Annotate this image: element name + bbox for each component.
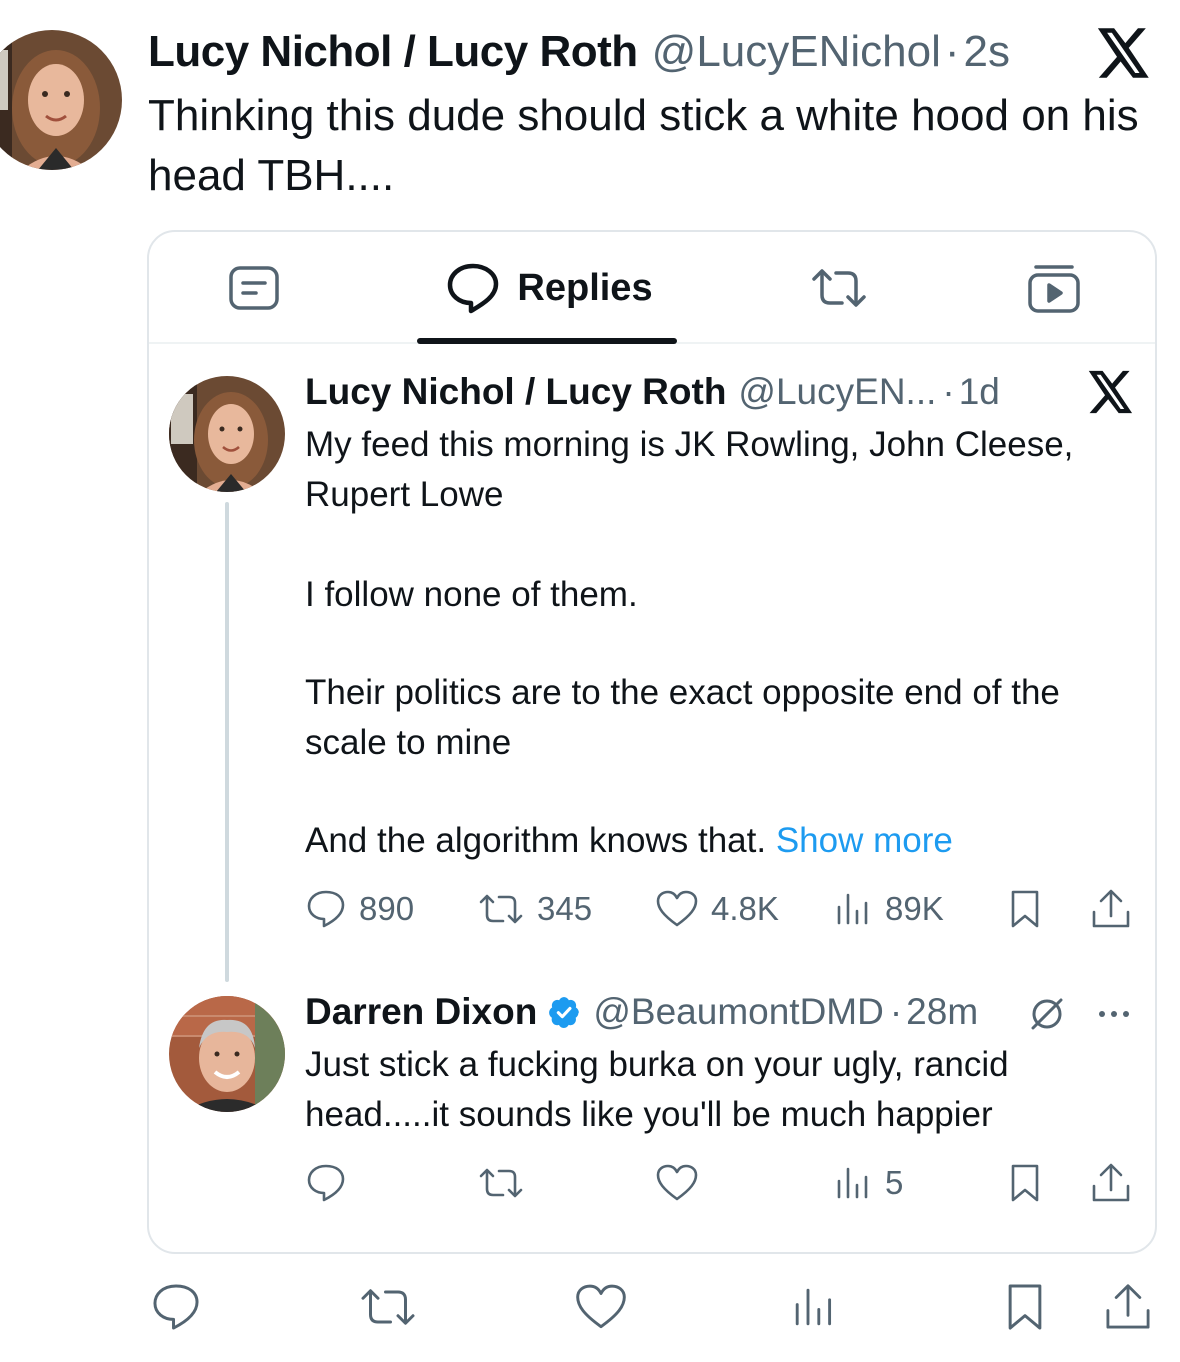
separator-dot: · <box>889 991 903 1032</box>
separator-dot: · <box>944 27 960 76</box>
retweet-button[interactable] <box>477 1158 525 1208</box>
views-chart-icon <box>837 1167 868 1199</box>
reply-timestamp[interactable]: 28m <box>906 991 978 1033</box>
views-button[interactable]: 89K <box>833 884 944 934</box>
heart-icon <box>656 890 698 927</box>
tab-posts[interactable] <box>209 232 299 344</box>
share-icon <box>1092 1163 1130 1202</box>
author-avatar[interactable] <box>0 30 122 170</box>
reply-icon <box>307 1164 345 1202</box>
reply-icon <box>153 1284 199 1330</box>
reply-author-name[interactable]: Darren Dixon <box>305 991 537 1033</box>
bookmark-icon <box>1011 890 1039 928</box>
bookmark-icon <box>1011 1164 1039 1202</box>
separator-dot: · <box>942 371 955 412</box>
x-logo-icon <box>1097 28 1149 78</box>
retweet-button[interactable]: 345 <box>477 884 592 934</box>
timestamp[interactable]: 1d <box>959 371 1000 413</box>
share-button[interactable] <box>1089 884 1133 934</box>
author-handle[interactable]: @LucyEN... <box>738 371 936 413</box>
like-button[interactable] <box>655 1158 699 1208</box>
verified-badge-icon <box>549 997 580 1028</box>
views-count: 5 <box>885 1164 904 1201</box>
share-icon <box>1106 1284 1150 1329</box>
like-button[interactable]: 4.8K <box>655 884 779 934</box>
reply-button[interactable]: 890 <box>305 884 414 934</box>
heart-icon <box>656 1164 698 1201</box>
bookmark-button[interactable] <box>1000 1272 1050 1342</box>
author-avatar[interactable] <box>169 376 285 492</box>
bookmark-button[interactable] <box>1005 884 1045 934</box>
reply-author-avatar[interactable] <box>169 996 285 1112</box>
retweet-button[interactable] <box>358 1272 418 1342</box>
reply-icon <box>307 890 345 928</box>
tweet-header: Lucy Nichol / Lucy Roth @LucyENichol · 2… <box>148 24 1158 80</box>
show-more-link[interactable]: Show more <box>776 821 953 860</box>
muted-conversation-icon[interactable] <box>1027 994 1067 1034</box>
tweet-header: Lucy Nichol / Lucy Roth @LucyEN... · 1d <box>305 368 1000 416</box>
views-chart-icon <box>837 893 868 925</box>
tweet-text-paragraph: My feed this morning is JK Rowling, John… <box>305 425 1074 514</box>
retweet-icon <box>479 1168 523 1198</box>
more-options-icon[interactable] <box>1094 1002 1134 1026</box>
active-tab-indicator <box>417 338 677 344</box>
author-name[interactable]: Lucy Nichol / Lucy Roth <box>305 371 726 413</box>
share-button[interactable] <box>1089 1158 1133 1208</box>
reply-button[interactable] <box>305 1158 347 1208</box>
reply-author-handle[interactable]: @BeaumontDMD <box>593 991 884 1033</box>
tab-replies[interactable]: Replies <box>429 232 669 344</box>
reply-bubble-icon <box>448 263 499 314</box>
like-count: 4.8K <box>711 890 779 927</box>
timestamp[interactable]: 2s <box>964 27 1010 77</box>
tab-media[interactable] <box>1009 232 1099 344</box>
x-logo-icon <box>1088 370 1133 414</box>
article-icon <box>229 266 279 310</box>
retweet-icon <box>812 269 866 307</box>
tweet-actions: 890 345 4.8K 89K <box>305 884 1135 934</box>
media-icon <box>1028 265 1080 313</box>
tweet-text: Thinking this dude should stick a white … <box>148 91 1139 200</box>
reply-count: 890 <box>359 890 415 927</box>
quoted-screenshot-card[interactable]: Replies Lucy Nichol / Lucy Roth @LucyEN.… <box>147 230 1157 1254</box>
tab-reposts[interactable] <box>789 232 889 344</box>
views-chart-icon <box>795 1288 832 1326</box>
reply-actions: 5 <box>305 1158 1135 1208</box>
share-button[interactable] <box>1102 1272 1154 1342</box>
share-icon <box>1092 889 1130 928</box>
bookmark-icon <box>1008 1284 1042 1330</box>
retweet-count: 345 <box>537 890 593 927</box>
tweet-actions <box>0 1272 1180 1342</box>
views-count: 89K <box>885 890 944 927</box>
retweet-icon <box>361 1289 415 1325</box>
author-name[interactable]: Lucy Nichol / Lucy Roth <box>148 27 638 77</box>
profile-tabs: Replies <box>149 232 1155 344</box>
reply-text: Just stick a fucking burka on your ugly,… <box>305 1045 1009 1134</box>
bookmark-button[interactable] <box>1005 1158 1045 1208</box>
tweet-text-paragraph: Their politics are to the exact opposite… <box>305 673 1060 762</box>
tweet-text-paragraph: And the algorithm knows that. <box>305 821 767 860</box>
views-button[interactable] <box>790 1272 838 1342</box>
heart-icon <box>576 1284 626 1329</box>
tab-replies-label: Replies <box>517 266 653 309</box>
tweet-text-last-paragraph: And the algorithm knows that. Show more <box>305 816 1145 866</box>
reply-button[interactable] <box>150 1272 202 1342</box>
author-handle[interactable]: @LucyENichol <box>652 27 941 77</box>
retweet-icon <box>479 894 523 924</box>
thread-connector-line <box>225 502 229 982</box>
views-button[interactable]: 5 <box>833 1158 903 1208</box>
like-button[interactable] <box>574 1272 628 1342</box>
tweet-text-paragraph: I follow none of them. <box>305 575 638 614</box>
reply-header: Darren Dixon @BeaumontDMD · 28m <box>305 988 978 1036</box>
